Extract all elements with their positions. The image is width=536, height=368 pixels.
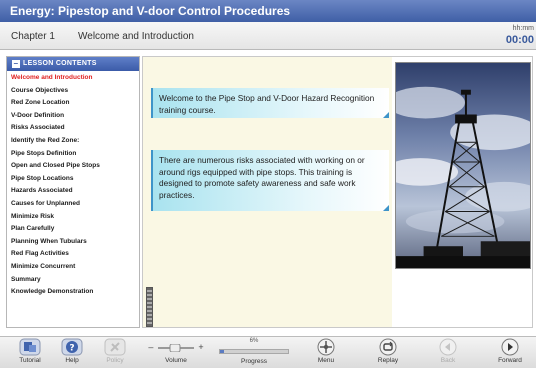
timer-label: hh:mm — [512, 25, 534, 32]
volume-down-icon[interactable]: – — [148, 342, 153, 352]
help-button[interactable]: ? Help — [50, 338, 94, 364]
replay-button[interactable]: Replay — [366, 338, 410, 364]
course-title: Energy: Pipestop and V-door Control Proc… — [0, 0, 536, 22]
timer-value: 00:00 — [505, 34, 534, 46]
back-label: Back — [440, 357, 456, 364]
lesson-item[interactable]: Causes for Unplanned — [11, 198, 139, 211]
volume-track[interactable] — [156, 343, 196, 353]
lesson-item[interactable]: Knowledge Demonstration — [11, 286, 139, 299]
lesson-item[interactable]: Pipe Stops Definition — [11, 148, 139, 161]
back-icon — [439, 338, 457, 356]
lesson-list: Welcome and Introduction Course Objective… — [7, 71, 139, 299]
lesson-item[interactable]: Pipe Stop Locations — [11, 173, 139, 186]
progress-bar — [219, 349, 289, 354]
lesson-item[interactable]: Minimize Risk — [11, 211, 139, 224]
lesson-item[interactable]: Course Objectives — [11, 85, 139, 98]
lesson-item[interactable]: Open and Closed Pipe Stops — [11, 160, 139, 173]
volume-up-icon[interactable]: + — [198, 342, 203, 352]
lesson-contents-header[interactable]: – LESSON CONTENTS — [7, 57, 139, 71]
replay-icon — [379, 338, 397, 356]
callout-corner — [383, 205, 389, 211]
drilling-rig-photo — [395, 62, 531, 269]
content-text-area: Welcome to the Pipe Stop and V-Door Haza… — [143, 57, 392, 327]
chapter-label: Chapter 1 — [11, 31, 55, 42]
risk-text: There are numerous risks associated with… — [159, 155, 365, 200]
lesson-item[interactable]: Planning When Tubulars — [11, 236, 139, 249]
forward-icon — [501, 338, 519, 356]
lesson-item[interactable]: Red Zone Location — [11, 97, 139, 110]
progress-label: Progress — [240, 358, 267, 365]
policy-label: Policy — [106, 357, 124, 364]
chapter-bar: Chapter 1 Welcome and Introduction hh:mm… — [0, 22, 536, 50]
lesson-item-active[interactable]: Welcome and Introduction — [11, 72, 139, 85]
control-bar: Tutorial ? Help Policy – + Volume 6% Pro… — [0, 336, 536, 368]
replay-label: Replay — [377, 357, 399, 364]
lesson-item[interactable]: Minimize Concurrent — [11, 261, 139, 274]
callout-corner — [383, 112, 389, 118]
menu-button[interactable]: Menu — [304, 338, 348, 364]
forward-button[interactable]: Forward — [488, 338, 532, 364]
lesson-item[interactable]: Risks Associated — [11, 122, 139, 135]
lesson-item[interactable]: Summary — [11, 274, 139, 287]
risk-callout: There are numerous risks associated with… — [151, 150, 389, 211]
svg-text:?: ? — [69, 344, 74, 354]
lesson-item[interactable]: Identify the Red Zone: — [11, 135, 139, 148]
welcome-callout: Welcome to the Pipe Stop and V-Door Haza… — [151, 88, 389, 118]
lesson-contents-title: LESSON CONTENTS — [23, 60, 97, 67]
tutorial-icon — [19, 338, 41, 356]
forward-label: Forward — [498, 357, 522, 364]
lesson-contents-panel: – LESSON CONTENTS Welcome and Introductio… — [6, 56, 140, 328]
tutorial-button[interactable]: Tutorial — [8, 338, 52, 364]
volume-control[interactable]: – + Volume — [142, 338, 210, 364]
volume-slider[interactable]: – + — [142, 338, 210, 357]
policy-icon — [104, 338, 126, 356]
volume-label: Volume — [165, 357, 187, 364]
progress-fill — [220, 350, 225, 353]
policy-button[interactable]: Policy — [93, 338, 137, 364]
help-icon: ? — [61, 338, 83, 356]
collapse-icon[interactable]: – — [12, 60, 20, 68]
progress-indicator: 6% Progress — [216, 338, 292, 365]
lesson-item[interactable]: Hazards Associated — [11, 185, 139, 198]
lesson-item[interactable]: Plan Carefully — [11, 223, 139, 236]
progress-percent: 6% — [249, 338, 259, 344]
welcome-text: Welcome to the Pipe Stop and V-Door Haza… — [159, 93, 375, 115]
chapter-title: Welcome and Introduction — [78, 31, 194, 42]
help-label: Help — [65, 357, 79, 364]
lesson-item[interactable]: V-Door Definition — [11, 110, 139, 123]
menu-icon — [317, 338, 335, 356]
lesson-item[interactable]: Red Flag Activities — [11, 248, 139, 261]
tutorial-label: Tutorial — [19, 357, 41, 364]
back-button[interactable]: Back — [426, 338, 470, 364]
notes-drag-handle[interactable] — [146, 287, 153, 327]
content-stage: Welcome to the Pipe Stop and V-Door Haza… — [142, 56, 533, 328]
menu-label: Menu — [317, 357, 335, 364]
